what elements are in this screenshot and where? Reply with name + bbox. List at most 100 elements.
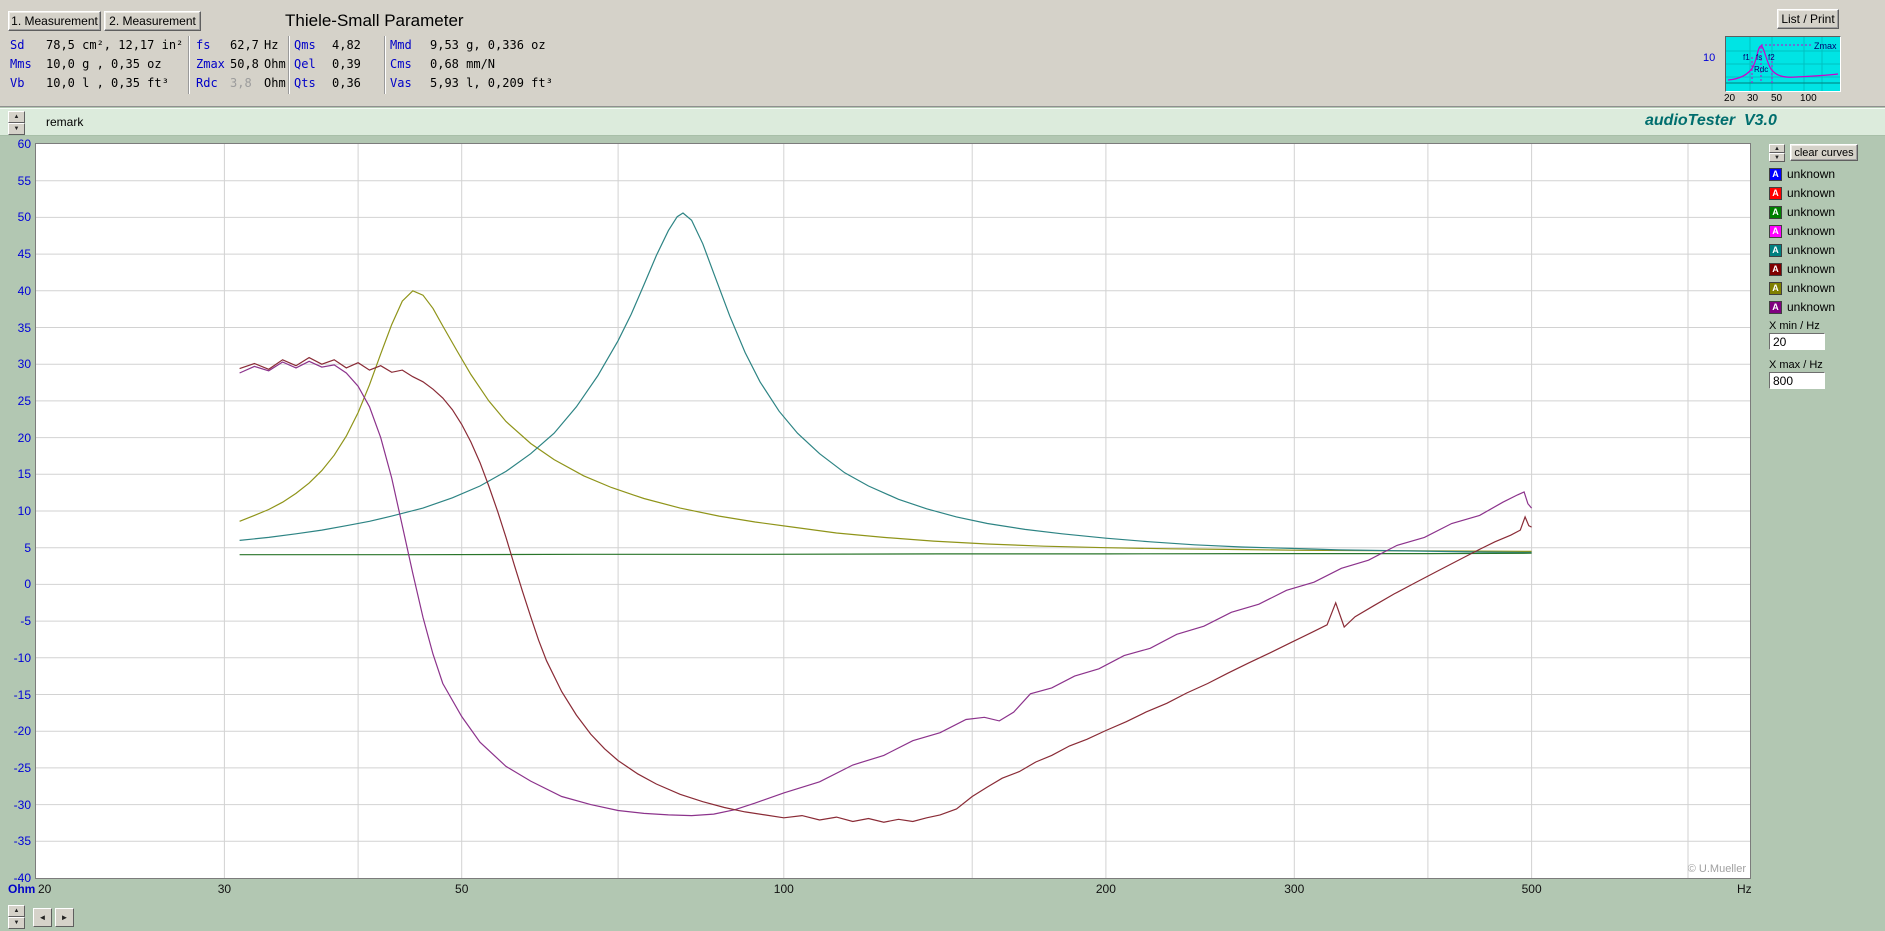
legend-item-4[interactable]: Aunknown (1769, 223, 1835, 239)
legend-label: unknown (1787, 281, 1836, 295)
y-axis-tick-label: 50 (17, 210, 31, 225)
thumbnail-x-tick: 100 (1800, 93, 1817, 104)
up-arrow-icon: ▲ (13, 908, 20, 914)
legend-label: unknown (1787, 262, 1836, 276)
impedance-model-thumbnail: Zmax f1 fs f2 Rdc (1725, 36, 1841, 92)
svg-text:fs: fs (1756, 53, 1762, 62)
y-axis-tick-label: 45 (17, 247, 31, 262)
list-print-button[interactable]: List / Print (1777, 9, 1839, 29)
measurement-1-button[interactable]: 1. Measurement (8, 11, 101, 31)
legend-label: unknown (1787, 167, 1836, 181)
curve-swatch-icon: A (1769, 224, 1782, 238)
y-axis-tick-label: 55 (17, 173, 31, 188)
legend-label: unknown (1787, 224, 1836, 238)
parameter-sd: Sd 78,5 cm², 12,17 in² (10, 38, 184, 52)
y-axis-tick-label: 5 (24, 540, 31, 555)
y-axis-tick-label: 25 (17, 393, 31, 408)
remark-spin-up-button[interactable]: ▲ (8, 111, 25, 123)
bottom-spin-down-button[interactable]: ▼ (8, 917, 25, 929)
bottom-spin-up-button[interactable]: ▲ (8, 905, 25, 917)
y-axis-tick-label: -15 (13, 687, 31, 702)
y-axis-tick-label: -30 (13, 797, 31, 812)
x-axis-tick-label: 100 (773, 882, 794, 896)
svg-text:f2: f2 (1768, 53, 1775, 62)
y-axis-tick-label: 10 (17, 504, 31, 518)
legend-item-7[interactable]: Aunknown (1769, 280, 1835, 296)
x-axis-tick-label: 500 (1521, 882, 1542, 896)
parameter-mms: Mms 10,0 g , 0,35 oz (10, 57, 162, 71)
thumbnail-x-tick: 20 (1724, 93, 1736, 104)
x-axis-tick-label: 20 (38, 882, 52, 896)
parameter-fs: fs 62,7 Hz (196, 38, 279, 52)
x-axis-tick-label: 300 (1284, 882, 1305, 896)
thumbnail-y-tick: 10 (1703, 52, 1716, 64)
legend-label: unknown (1787, 186, 1836, 200)
parameter-zmax: Zmax 50,8 Ohm (196, 57, 286, 71)
page-title: Thiele-Small Parameter (285, 11, 464, 30)
y-axis-tick-label: 40 (17, 283, 31, 298)
y-axis-tick-label: 60 (17, 137, 31, 151)
y-axis-tick-label: -20 (13, 724, 31, 739)
y-axis-tick-label: 35 (17, 320, 31, 335)
legend-item-6[interactable]: Aunknown (1769, 261, 1835, 277)
parameter-vb: Vb 10,0 l , 0,35 ft³ (10, 76, 169, 90)
y-axis-tick-label: 15 (17, 467, 31, 482)
y-axis-unit-label: Ohm (8, 882, 36, 896)
x-axis-tick-label: 200 (1095, 882, 1116, 896)
legend-item-8[interactable]: Aunknown (1769, 299, 1835, 315)
panel-separator (384, 36, 386, 94)
scroll-right-button[interactable]: ► (55, 908, 74, 927)
y-axis-tick-label: 30 (17, 357, 31, 372)
right-arrow-icon: ► (60, 912, 69, 922)
y-axis-tick-label: 20 (17, 430, 31, 445)
x-max-input[interactable] (1769, 372, 1825, 389)
impedance-phase-chart (35, 143, 1751, 879)
legend-label: unknown (1787, 243, 1836, 257)
panel-separator (288, 36, 290, 94)
down-arrow-icon: ▼ (1774, 154, 1780, 161)
measurement-2-button[interactable]: 2. Measurement (104, 11, 201, 31)
legend-item-1[interactable]: Aunknown (1769, 166, 1835, 182)
legend-label: unknown (1787, 205, 1836, 219)
thumbnail-x-tick: 30 (1747, 93, 1759, 104)
down-arrow-icon: ▼ (13, 920, 20, 926)
y-axis-tick-label: 0 (24, 577, 31, 592)
remark-bar: ▲ ▼ remark audioTester V3.0 (0, 108, 1885, 136)
x-axis-tick-label: 50 (455, 882, 469, 896)
x-max-label: X max / Hz (1769, 359, 1823, 371)
x-axis-unit-label: Hz (1737, 882, 1752, 896)
y-axis-tick-label: -10 (13, 650, 31, 665)
remark-spin-down-button[interactable]: ▼ (8, 123, 25, 135)
legend-item-3[interactable]: Aunknown (1769, 204, 1835, 220)
parameter-mmd: Mmd 9,53 g, 0,336 oz (390, 38, 546, 52)
svg-text:f1: f1 (1743, 53, 1750, 62)
curve-swatch-icon: A (1769, 262, 1782, 276)
legend-spinner: ▲ ▼ (1769, 144, 1785, 162)
legend-label: unknown (1787, 300, 1836, 314)
curve-swatch-icon: A (1769, 205, 1782, 219)
legend-item-2[interactable]: Aunknown (1769, 185, 1835, 201)
remark-spinner: ▲ ▼ (8, 111, 25, 135)
left-arrow-icon: ◄ (38, 912, 47, 922)
x-min-input[interactable] (1769, 333, 1825, 350)
svg-text:Zmax: Zmax (1814, 41, 1837, 51)
up-arrow-icon: ▲ (13, 114, 20, 120)
remark-label[interactable]: remark (46, 115, 83, 129)
curve-swatch-icon: A (1769, 281, 1782, 295)
legend-spin-down-button[interactable]: ▼ (1769, 153, 1785, 162)
parameter-cms: Cms 0,68 mm/N (390, 57, 496, 71)
clear-curves-button[interactable]: clear curves (1790, 144, 1858, 161)
parameter-qms: Qms 4,82 (294, 38, 361, 52)
scroll-left-button[interactable]: ◄ (33, 908, 52, 927)
parameter-vas: Vas 5,93 l, 0,209 ft³ (390, 76, 553, 90)
svg-text:Rdc: Rdc (1754, 65, 1768, 74)
curve-swatch-icon: A (1769, 186, 1782, 200)
legend-item-5[interactable]: Aunknown (1769, 242, 1835, 258)
y-axis-tick-label: -5 (20, 614, 31, 629)
legend-spin-up-button[interactable]: ▲ (1769, 144, 1785, 153)
up-arrow-icon: ▲ (1774, 145, 1780, 152)
thumbnail-x-tick: 50 (1771, 93, 1783, 104)
top-parameter-panel: 1. Measurement 2. Measurement Thiele-Sma… (0, 0, 1885, 107)
curve-swatch-icon: A (1769, 300, 1782, 314)
bottom-spinner: ▲ ▼ (8, 905, 25, 929)
